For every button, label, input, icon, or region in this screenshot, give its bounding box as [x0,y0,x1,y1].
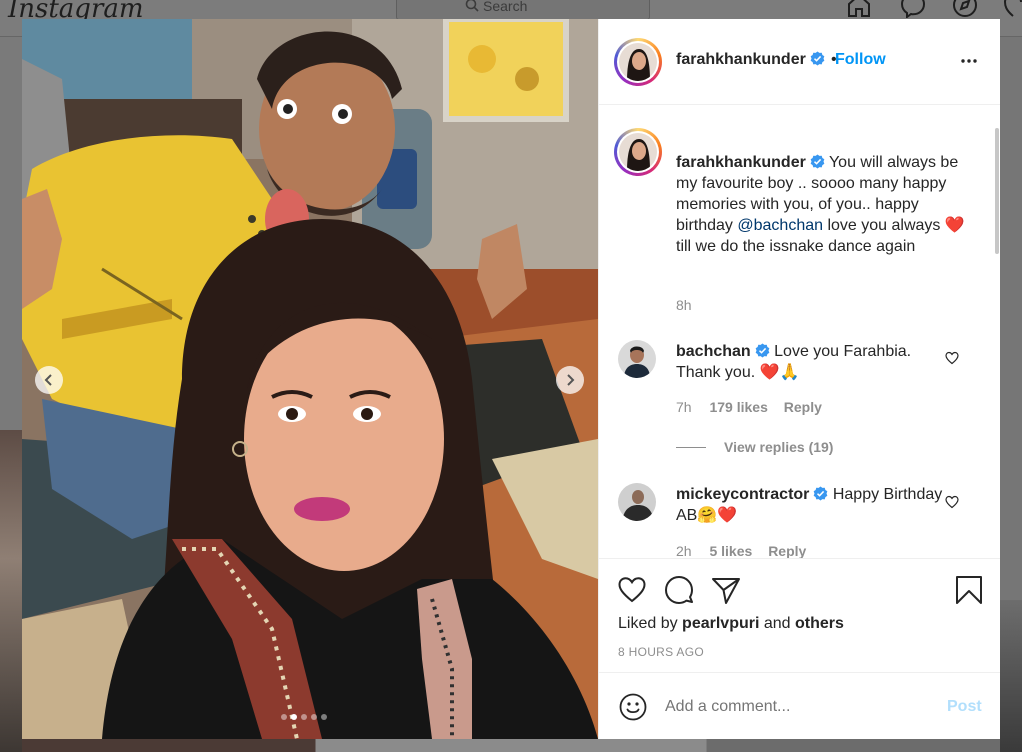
comment-likes[interactable]: 5 likes [709,543,752,558]
reply-button[interactable]: Reply [784,399,822,415]
reply-button[interactable]: Reply [768,543,806,558]
carousel-next-button[interactable] [556,366,584,394]
background-right-photo [1000,600,1022,752]
caption-text-2: love you always [823,217,945,234]
heart-emoji: ❤️ [944,217,965,234]
comment-time[interactable]: 2h [676,543,692,558]
search-placeholder: Search [483,0,528,14]
comment-emoji: 🤗❤️ [697,507,738,524]
chevron-right-icon [567,374,575,386]
more-icon[interactable] [960,51,978,69]
caption-time[interactable]: 8h [676,297,692,313]
caption-username[interactable]: farahkhankunder [676,154,806,171]
carousel-prev-button[interactable] [35,366,63,394]
liked-by-others[interactable]: others [795,615,844,632]
view-replies-button[interactable]: View replies (19) [724,439,833,455]
messenger-icon[interactable] [900,0,926,18]
comment-time[interactable]: 7h [676,399,692,415]
caption-text-3: till we do the issnake dance again [676,238,916,255]
post-timestamp[interactable]: 8 HOURS AGO [618,645,704,659]
heart-icon[interactable] [617,575,647,605]
home-icon[interactable] [846,0,872,18]
verified-icon [810,51,825,66]
post-photo[interactable] [22,19,598,739]
comment-username[interactable]: mickeycontractor [676,486,809,503]
verified-icon [810,154,825,169]
comment-emoji: ❤️🙏 [759,364,800,381]
comment-username[interactable]: bachchan [676,343,751,360]
liked-by-user[interactable]: pearlvpuri [682,615,759,632]
author-avatar-image [619,43,657,81]
carousel-dot[interactable] [311,714,317,720]
carousel-dot[interactable] [321,714,327,720]
search-box[interactable]: Search [396,0,650,20]
carousel-dots [281,714,327,720]
comment-bachchan: bachchan Love you Farahbia. Thank you. ❤… [676,341,946,383]
author-username[interactable]: farahkhankunder [676,51,806,68]
post-comment-button[interactable]: Post [947,698,982,716]
post-side-panel: farahkhankunder • Follow farahkhankunder… [598,19,1000,739]
liked-by: Liked by pearlvpuri and others [618,615,844,633]
search-icon [465,0,479,12]
share-icon[interactable] [711,575,741,605]
comment-meta: 7h 179 likes Reply [676,399,822,415]
comment-mickeycontractor: mickeycontractor Happy Birthday AB🤗❤️ [676,484,946,526]
post-header: farahkhankunder • Follow [599,19,1000,105]
carousel-dot-active[interactable] [291,714,297,720]
comment-meta: 2h 5 likes Reply [676,543,806,558]
comment-icon[interactable] [664,575,694,605]
explore-icon[interactable] [952,0,978,18]
post-photo-image [22,19,598,739]
carousel-dot[interactable] [301,714,307,720]
like-comment-heart-icon[interactable] [945,351,959,365]
caption-mention-link[interactable]: @bachchan [737,217,823,234]
like-comment-heart-icon[interactable] [945,495,959,509]
comment-likes[interactable]: 179 likes [709,399,767,415]
activity-icon[interactable] [1004,0,1022,18]
comment-avatar-mickeycontractor[interactable] [618,483,656,521]
bookmark-icon[interactable] [954,575,984,605]
add-comment-input[interactable] [665,698,935,716]
background-bottom [22,739,1000,752]
author-username-row: farahkhankunder [676,51,825,69]
comment-avatar-image [618,340,656,378]
comments-scrollbar[interactable] [995,128,999,254]
comments-list[interactable]: farahkhankunder You will always be my fa… [599,106,1000,558]
comment-avatar-image [618,483,656,521]
post-modal: farahkhankunder • Follow farahkhankunder… [22,19,1000,739]
liked-by-and: and [759,615,795,632]
follow-button[interactable]: Follow [835,51,886,69]
comment-avatar-bachchan[interactable] [618,340,656,378]
add-comment-bar: Post [599,672,1000,739]
caption-avatar[interactable] [614,128,662,176]
replies-divider [676,447,706,448]
chevron-left-icon [44,374,52,386]
liked-by-prefix: Liked by [618,615,683,632]
caption: farahkhankunder You will always be my fa… [676,152,966,257]
caption-avatar-image [619,133,657,171]
author-avatar[interactable] [614,38,662,86]
background-left-photo [0,430,22,752]
carousel-dot[interactable] [281,714,287,720]
verified-icon [755,343,770,358]
verified-icon [814,486,828,501]
emoji-icon[interactable] [619,693,647,721]
